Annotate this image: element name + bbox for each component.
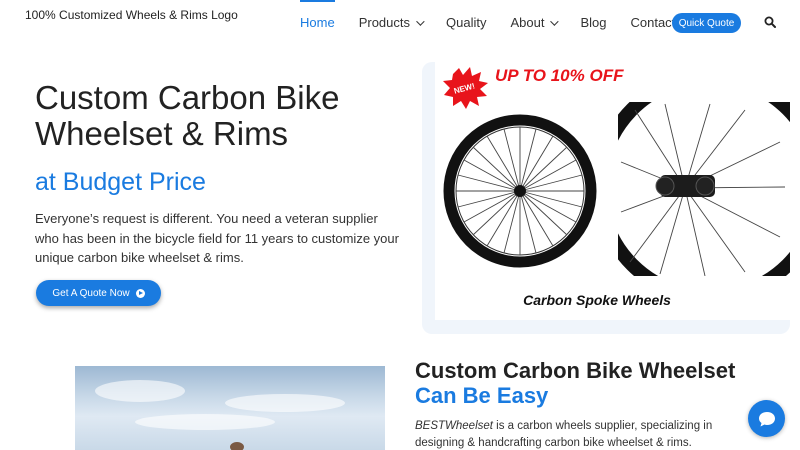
hero-title: Custom Carbon Bike Wheelset & Rims — [35, 79, 340, 152]
nav-contact-label: Contact — [630, 15, 676, 30]
photo-cloud — [135, 414, 275, 430]
search-icon[interactable] — [764, 16, 776, 28]
nav-home-label: Home — [300, 15, 335, 30]
chat-button[interactable] — [748, 400, 785, 437]
nav-about[interactable]: About — [510, 0, 560, 45]
site-logo[interactable]: 100% Customized Wheels & Rims Logo — [25, 8, 238, 22]
nav-blog[interactable]: Blog — [580, 0, 606, 45]
section-title: Custom Carbon Bike Wheelset Can Be Easy — [415, 358, 775, 408]
nav-products[interactable]: Products — [358, 0, 425, 45]
rider-head — [230, 442, 244, 450]
nav-blog-label: Blog — [580, 15, 607, 30]
chevron-down-icon — [416, 16, 425, 26]
promo-caption: Carbon Spoke Wheels — [523, 292, 671, 308]
new-badge: NEW! — [443, 67, 488, 109]
nav-contact[interactable]: Contact — [630, 0, 675, 45]
section-title-main: Custom Carbon Bike Wheelset — [415, 358, 736, 383]
quick-quote-button[interactable]: Quick Quote — [672, 13, 741, 33]
nav-quality-label: Quality — [446, 15, 487, 30]
discount-banner: UP TO 10% OFF — [495, 66, 624, 85]
get-quote-button[interactable]: Get A Quote Now — [36, 280, 161, 306]
chevron-down-icon — [550, 16, 560, 26]
rear-wheel-image — [618, 102, 790, 276]
nav-quality[interactable]: Quality — [446, 0, 486, 45]
hero-subtitle: at Budget Price — [35, 168, 206, 196]
nav-home[interactable]: Home — [300, 0, 335, 45]
main-nav: Home Products Quality About Blog Contact — [300, 0, 699, 45]
get-quote-label: Get A Quote Now — [52, 287, 130, 299]
nav-products-label: Products — [358, 15, 410, 30]
chat-bubble-icon — [758, 411, 775, 426]
arrow-circle-icon — [135, 288, 145, 298]
nav-about-label: About — [510, 15, 545, 30]
photo-cloud — [95, 380, 185, 402]
brand-name: BESTWheelset — [415, 420, 493, 432]
promo-image[interactable]: NEW! UP TO 10% OFF Carbon Spoke Wheels — [435, 62, 790, 320]
rider-photo — [75, 366, 385, 450]
section-title-highlight: Can Be Easy — [415, 383, 549, 408]
front-wheel-image — [443, 114, 597, 268]
photo-cloud — [225, 394, 345, 412]
section-description: BESTWheelset is a carbon wheels supplier… — [415, 418, 755, 450]
hero-description: Everyone’s request is different. You nee… — [35, 211, 399, 265]
